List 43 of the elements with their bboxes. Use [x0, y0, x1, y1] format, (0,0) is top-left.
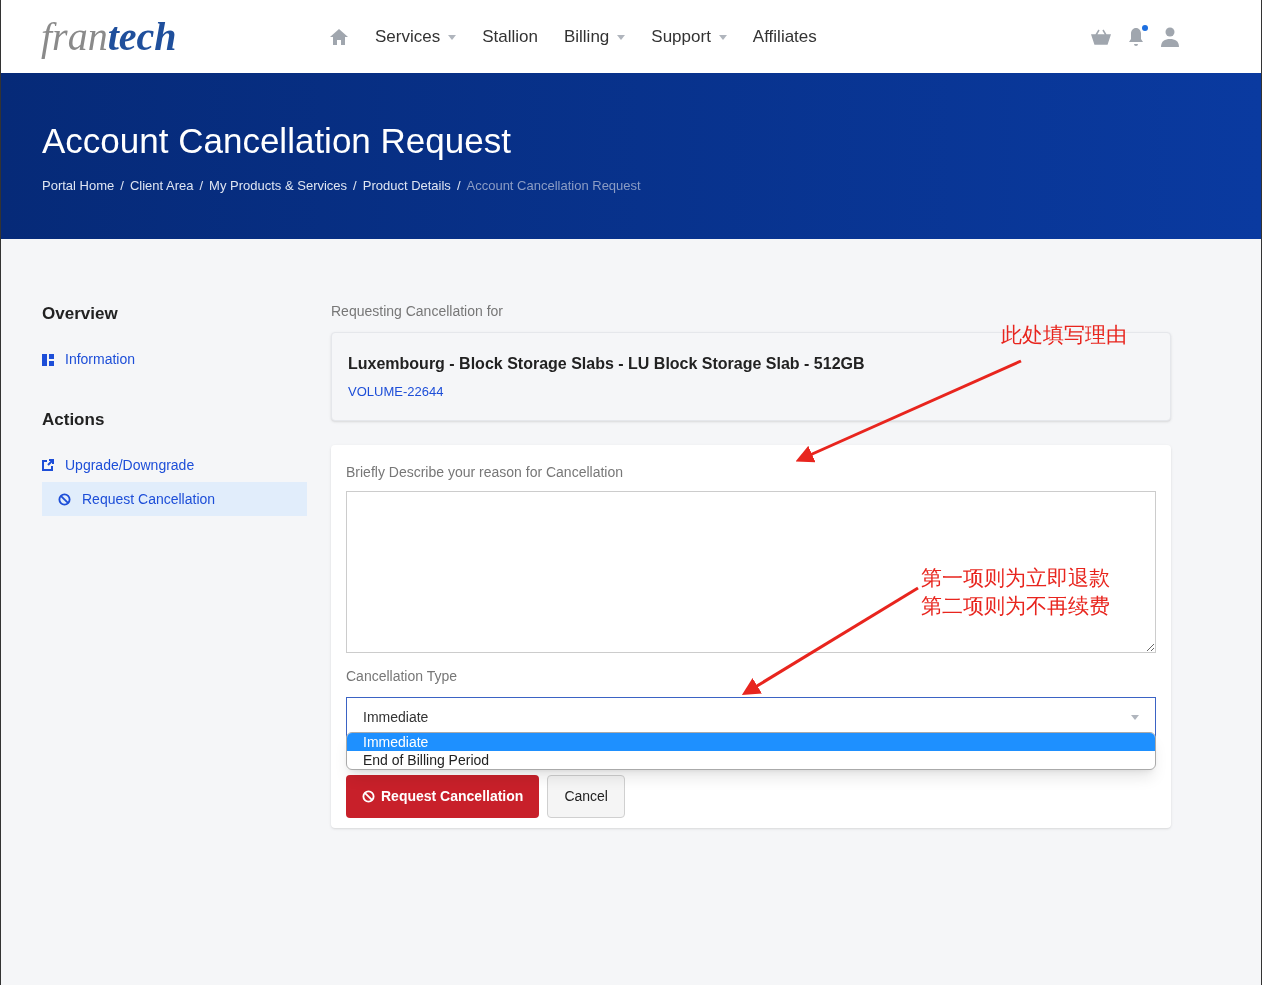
breadcrumb-separator: / [120, 177, 124, 195]
sidebar-item[interactable]: Upgrade/Downgrade [42, 448, 307, 482]
request-cancellation-button[interactable]: Request Cancellation [346, 774, 540, 818]
caret-icon [617, 35, 626, 40]
bell-icon[interactable] [1127, 26, 1145, 47]
breadcrumb-separator: / [199, 177, 204, 195]
nav-link[interactable]: Stallion [482, 23, 538, 50]
caret-icon [1131, 715, 1139, 720]
product-name: Luxembourg - Block Storage Slabs - LU Block Storage Slab - 512GB [348, 354, 866, 374]
cancel-button[interactable]: Cancel [547, 774, 625, 818]
breadcrumb-link[interactable]: My Products & Services [209, 176, 348, 196]
ban-icon [362, 789, 375, 803]
breadcrumb-link[interactable]: Product Details [362, 176, 451, 196]
section-caption: Requesting Cancellation for [331, 302, 504, 321]
field-label: Briefly Describe your reason for Cancellation [346, 462, 624, 482]
caret-icon [448, 35, 457, 40]
logo[interactable]: frantech [41, 16, 281, 57]
nav-link[interactable]: Services [375, 23, 457, 50]
breadcrumb-separator: / [353, 177, 357, 195]
nav-link[interactable]: Affiliates [752, 23, 817, 50]
user-icon[interactable] [1161, 26, 1179, 47]
basket-icon[interactable] [1091, 28, 1111, 45]
sidebar-heading: Actions [42, 408, 106, 431]
caret-icon [718, 35, 727, 40]
sidebar-heading: Overview [42, 303, 119, 325]
reason-textarea[interactable] [346, 490, 1156, 653]
page-title: Account Cancellation Request [42, 120, 512, 162]
breadcrumb-link[interactable]: Client Area [129, 176, 194, 196]
dashboard-icon [42, 353, 54, 366]
breadcrumb-separator: / [456, 177, 461, 195]
annotation-note: 此处填写理由 [1001, 322, 1127, 349]
ban-icon [58, 492, 71, 506]
nav-link[interactable]: Billing [563, 23, 626, 50]
breadcrumb-link[interactable]: Account Cancellation Request [466, 176, 641, 196]
sidebar-item[interactable]: Information [42, 342, 307, 377]
breadcrumb-link[interactable]: Portal Home [42, 176, 115, 196]
sidebar-item[interactable]: Request Cancellation [42, 482, 307, 516]
home-icon[interactable] [329, 27, 349, 46]
nav-link[interactable]: Support [651, 23, 727, 50]
field-label: Cancellation Type [346, 666, 459, 686]
product-id[interactable]: VOLUME-22644 [348, 382, 1154, 402]
dropdown-option[interactable]: End of Billing Period [347, 750, 1155, 769]
external-link-icon [42, 459, 54, 471]
